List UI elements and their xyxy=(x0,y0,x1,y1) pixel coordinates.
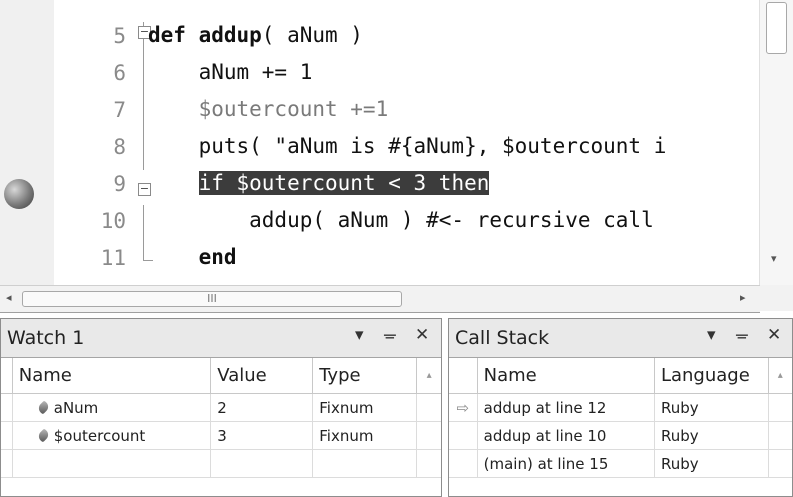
code-token: puts( "aNum is #{aNum}, $outercount i xyxy=(148,134,667,158)
frame-name-cell[interactable]: addup at line 12 xyxy=(477,393,655,422)
watch-pane-header[interactable]: Watch 1 ▾ ᚚ ✕ xyxy=(1,319,441,358)
column-header-type[interactable]: Type xyxy=(312,358,418,394)
watch-name-cell[interactable]: aNum xyxy=(12,393,212,422)
code-text[interactable]: aNum += 1 xyxy=(148,60,313,84)
watch-table: Name Value Type ▴ aNum 2 Fixnum $outerco… xyxy=(1,358,441,478)
table-header-row: Name Value Type ▴ xyxy=(1,358,441,394)
code-line[interactable]: 9 if $outercount < 3 then xyxy=(0,166,760,204)
frame-name-cell[interactable]: addup at line 10 xyxy=(477,421,655,450)
code-text[interactable]: addup( aNum ) #<- recursive call xyxy=(148,208,654,232)
code-text[interactable]: if $outercount < 3 then xyxy=(148,171,490,195)
row-header xyxy=(449,449,478,478)
code-line[interactable]: 8 puts( "aNum is #{aNum}, $outercount i xyxy=(0,129,760,167)
table-row[interactable]: ⇨ addup at line 12 Ruby xyxy=(449,393,792,422)
variable-name: $outercount xyxy=(53,426,146,445)
code-token: aNum += 1 xyxy=(148,60,313,84)
line-number: 6 xyxy=(113,61,126,85)
scroll-track[interactable] xyxy=(768,421,792,450)
line-number: 9 xyxy=(113,172,126,196)
table-row[interactable]: aNum 2 Fixnum xyxy=(1,393,441,422)
frame-language-cell: Ruby xyxy=(654,449,769,478)
scrollbar-corner xyxy=(760,285,793,311)
code-line[interactable]: 5 def addup( aNum ) xyxy=(0,18,760,56)
table-row-empty[interactable] xyxy=(1,449,441,478)
table-row[interactable]: $outercount 3 Fixnum xyxy=(1,421,441,450)
code-editor[interactable]: − − 5 def addup( aNum ) 6 aNum += 17 $oute… xyxy=(0,0,793,285)
scroll-left-arrow-icon[interactable]: ◂ xyxy=(6,291,12,304)
current-statement-highlight: if $outercount < 3 then xyxy=(198,171,490,195)
pin-icon[interactable]: ᚚ xyxy=(736,325,748,345)
variable-icon xyxy=(36,399,51,415)
table-row[interactable]: (main) at line 15 Ruby xyxy=(449,449,792,478)
column-header-name[interactable]: Name xyxy=(12,358,212,394)
column-header-value[interactable]: Value xyxy=(210,358,314,394)
scrollbar-thumb[interactable]: III xyxy=(22,291,402,307)
scroll-down-arrow-icon[interactable]: ▾ xyxy=(771,252,777,265)
code-token: addup( aNum ) #<- recursive call xyxy=(148,208,654,232)
close-icon[interactable]: ✕ xyxy=(767,325,781,345)
scroll-track[interactable] xyxy=(416,421,441,450)
code-text[interactable]: puts( "aNum is #{aNum}, $outercount i xyxy=(148,134,667,158)
line-number: 11 xyxy=(100,246,126,270)
scroll-right-arrow-icon[interactable]: ▸ xyxy=(740,291,746,304)
pane-title: Call Stack xyxy=(455,327,550,349)
row-header xyxy=(1,421,13,450)
code-token: $outercount +=1 xyxy=(148,97,389,121)
frame-name-cell[interactable]: (main) at line 15 xyxy=(477,449,655,478)
row-header xyxy=(1,393,13,422)
watch-name-cell[interactable]: $outercount xyxy=(12,421,212,450)
watch-type-cell: Fixnum xyxy=(312,393,418,422)
table-row[interactable]: addup at line 10 Ruby xyxy=(449,421,792,450)
code-text[interactable]: end xyxy=(148,245,237,269)
code-line[interactable]: 10 addup( aNum ) #<- recursive call xyxy=(0,203,760,241)
scroll-up-arrow-icon[interactable]: ▴ xyxy=(768,358,792,394)
pin-icon[interactable]: ᚚ xyxy=(384,325,396,345)
close-icon[interactable]: ✕ xyxy=(415,325,429,345)
scroll-track[interactable] xyxy=(768,393,792,422)
code-token: addup xyxy=(198,23,262,47)
vertical-scrollbar[interactable]: ▾ xyxy=(759,0,793,285)
pane-title: Watch 1 xyxy=(7,327,85,349)
variable-icon xyxy=(36,427,51,443)
code-text[interactable]: def addup( aNum ) xyxy=(148,23,363,47)
code-token: end xyxy=(148,245,237,269)
column-header-language[interactable]: Language xyxy=(654,358,769,394)
frame-language-cell: Ruby xyxy=(654,421,769,450)
watch-value-cell[interactable]: 2 xyxy=(210,393,314,422)
scrollbar-thumb[interactable] xyxy=(766,2,787,54)
frame-language-cell: Ruby xyxy=(654,393,769,422)
horizontal-scrollbar[interactable]: ◂ III ▸ xyxy=(0,285,760,313)
code-line[interactable]: 6 aNum += 1 xyxy=(0,55,760,93)
line-number: 8 xyxy=(113,135,126,159)
scroll-up-arrow-icon[interactable]: ▴ xyxy=(416,358,441,394)
code-text[interactable]: $outercount +=1 xyxy=(148,97,389,121)
column-header-name[interactable]: Name xyxy=(477,358,655,394)
code-token: ( aNum ) xyxy=(261,23,363,47)
call-stack-pane: Call Stack ▾ ᚚ ✕ Name Language ▴ ⇨ addup… xyxy=(448,318,793,497)
dropdown-icon[interactable]: ▾ xyxy=(355,325,364,345)
row-header xyxy=(1,358,13,394)
current-frame-arrow-icon: ⇨ xyxy=(449,393,478,422)
row-header xyxy=(449,358,478,394)
line-number: 7 xyxy=(113,98,126,122)
call-stack-pane-header[interactable]: Call Stack ▾ ᚚ ✕ xyxy=(449,319,792,358)
scroll-track[interactable] xyxy=(416,393,441,422)
scrollbar-grip: III xyxy=(207,292,217,305)
line-number: 5 xyxy=(113,24,126,48)
line-number: 10 xyxy=(100,209,126,233)
code-token: def xyxy=(148,23,199,47)
call-stack-table: Name Language ▴ ⇨ addup at line 12 Ruby … xyxy=(449,358,792,478)
code-line[interactable]: 7 $outercount +=1 xyxy=(0,92,760,130)
row-header xyxy=(449,421,478,450)
watch-type-cell: Fixnum xyxy=(312,421,418,450)
variable-name: aNum xyxy=(53,398,99,417)
table-header-row: Name Language ▴ xyxy=(449,358,792,394)
code-line[interactable]: 11 end xyxy=(0,240,760,278)
watch-value-cell[interactable]: 3 xyxy=(210,421,314,450)
scroll-track[interactable] xyxy=(768,449,792,478)
watch-pane: Watch 1 ▾ ᚚ ✕ Name Value Type ▴ aNum 2 F… xyxy=(0,318,442,497)
dropdown-icon[interactable]: ▾ xyxy=(707,325,716,345)
